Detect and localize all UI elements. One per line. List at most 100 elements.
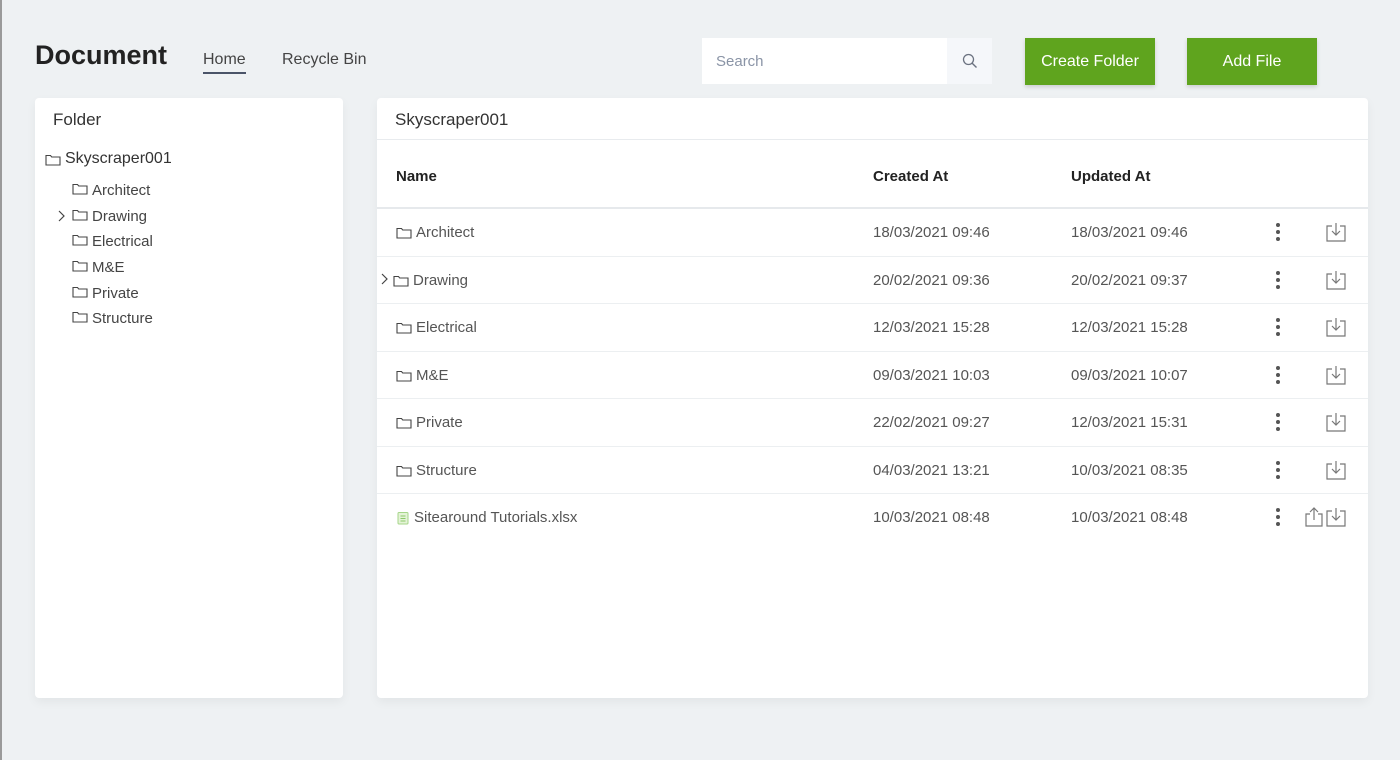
nav-home[interactable]: Home [203,51,246,74]
download-icon [1326,365,1346,385]
row-updated-at: 20/02/2021 09:37 [1071,271,1188,289]
row-download-button[interactable] [1325,364,1347,390]
row-more-button[interactable] [1275,222,1281,246]
search-input[interactable] [702,38,947,84]
row-download-button[interactable] [1325,459,1347,485]
row-updated-at: 12/03/2021 15:31 [1071,414,1188,431]
row-name[interactable]: Architect [396,224,474,241]
row-updated-at: 18/03/2021 09:46 [1071,224,1188,241]
tree-item[interactable]: Drawing [57,204,153,230]
row-created-at: 09/03/2021 10:03 [873,366,990,384]
row-created-at: 22/02/2021 09:27 [873,414,990,431]
folder-icon [72,184,88,195]
tree-root-label: Skyscraper001 [65,150,172,167]
row-download-button[interactable] [1325,506,1347,532]
add-file-button[interactable]: Add File [1187,38,1317,85]
row-created-at: 20/02/2021 09:36 [873,271,990,289]
table-header: Name Created At Updated At [377,140,1368,209]
more-icon [1276,508,1280,526]
more-icon [1276,270,1280,289]
tree-item[interactable]: Private [57,280,153,306]
tree-item[interactable]: Structure [57,306,153,332]
folder-icon [393,275,409,287]
download-icon [1326,318,1346,337]
tree-item-icon [72,233,88,250]
row-name-label: Electrical [416,319,477,336]
row-created-at: 10/03/2021 08:48 [873,509,990,526]
create-folder-button[interactable]: Create Folder [1025,38,1155,85]
row-name[interactable]: Private [396,414,463,431]
folder-icon [45,154,61,166]
row-share-button[interactable] [1303,506,1325,532]
table-row[interactable]: M&E 09/03/2021 10:03 09/03/2021 10:07 [377,352,1368,399]
folder-icon [72,209,88,221]
row-download-button[interactable] [1325,316,1347,342]
table-row[interactable]: Architect 18/03/2021 09:46 18/03/2021 09:4… [377,209,1368,257]
row-download-button[interactable] [1325,411,1347,437]
row-download-button[interactable] [1325,221,1347,247]
row-name-label: Structure [416,461,477,479]
table-row[interactable]: Drawing 20/02/2021 09:36 20/02/2021 09:37 [377,257,1368,304]
tree-root[interactable]: Skyscraper001 [45,150,172,168]
tree-item[interactable]: Architect [57,178,153,204]
row-created-at: 04/03/2021 13:21 [873,461,990,479]
folder-icon [396,370,412,382]
more-icon [1276,223,1280,241]
table-body: Architect 18/03/2021 09:46 18/03/2021 09:4… [377,209,1368,542]
tree-item[interactable]: M&E [57,255,153,281]
tree-item[interactable]: Electrical [57,229,153,255]
table-row[interactable]: Private 22/02/2021 09:27 12/03/2021 15:31 [377,399,1368,447]
row-name[interactable]: Drawing [380,272,468,290]
more-icon [1276,413,1280,431]
row-updated-at: 10/03/2021 08:48 [1071,509,1188,526]
row-more-button[interactable] [1275,365,1281,389]
tree-item-label: Drawing [92,207,148,225]
row-name-label: Sitearound Tutorials.xlsx [414,509,578,526]
column-header-created-at[interactable]: Created At [873,168,948,185]
expand-toggle[interactable] [380,272,389,290]
row-more-button[interactable] [1275,317,1281,341]
folder-panel-title: Folder [53,110,102,129]
row-updated-at: 12/03/2021 15:28 [1071,319,1188,336]
more-icon [1276,318,1280,336]
expand-toggle[interactable] [57,209,66,227]
row-created-at: 18/03/2021 09:46 [873,224,990,241]
row-more-button[interactable] [1275,507,1281,531]
tree-item-label: Electrical [92,233,153,251]
more-icon [1276,365,1280,384]
share-icon [1305,507,1323,527]
row-more-button[interactable] [1275,412,1281,436]
tree-item-icon [72,310,88,327]
row-name[interactable]: Structure [396,462,477,479]
tree-item-icon [72,182,88,199]
folder-icon [72,312,88,323]
chevron-right-icon[interactable] [380,272,389,286]
row-more-button[interactable] [1275,270,1281,294]
table-row[interactable]: Sitearound Tutorials.xlsx 10/03/2021 08:4… [377,494,1368,542]
row-name[interactable]: M&E [396,367,449,384]
folder-icon [72,235,88,247]
column-header-name[interactable]: Name [396,168,437,185]
folder-icon [396,465,412,477]
file-table-panel: Skyscraper001 Name Created At Updated At… [377,98,1368,698]
nav-recycle-bin[interactable]: Recycle Bin [282,51,366,69]
more-icon [1276,460,1280,479]
row-name[interactable]: Electrical [396,319,477,336]
page-title: Document [35,40,168,70]
row-more-button[interactable] [1275,460,1281,484]
column-header-updated-at[interactable]: Updated At [1071,168,1150,185]
folder-icon [396,227,412,239]
download-icon [1326,413,1346,432]
row-download-button[interactable] [1325,269,1347,295]
tree-item-icon [72,208,88,225]
folder-icon [396,417,412,429]
search-button[interactable] [947,38,992,84]
folder-icon [396,322,412,334]
download-icon [1326,223,1346,242]
row-name[interactable]: Sitearound Tutorials.xlsx [396,509,577,526]
tree-item-label: M&E [92,259,125,277]
table-row[interactable]: Structure 04/03/2021 13:21 10/03/2021 08:3… [377,447,1368,494]
chevron-right-icon[interactable] [57,209,66,223]
table-row[interactable]: Electrical 12/03/2021 15:28 12/03/2021 15:… [377,304,1368,352]
download-icon [1326,270,1346,290]
